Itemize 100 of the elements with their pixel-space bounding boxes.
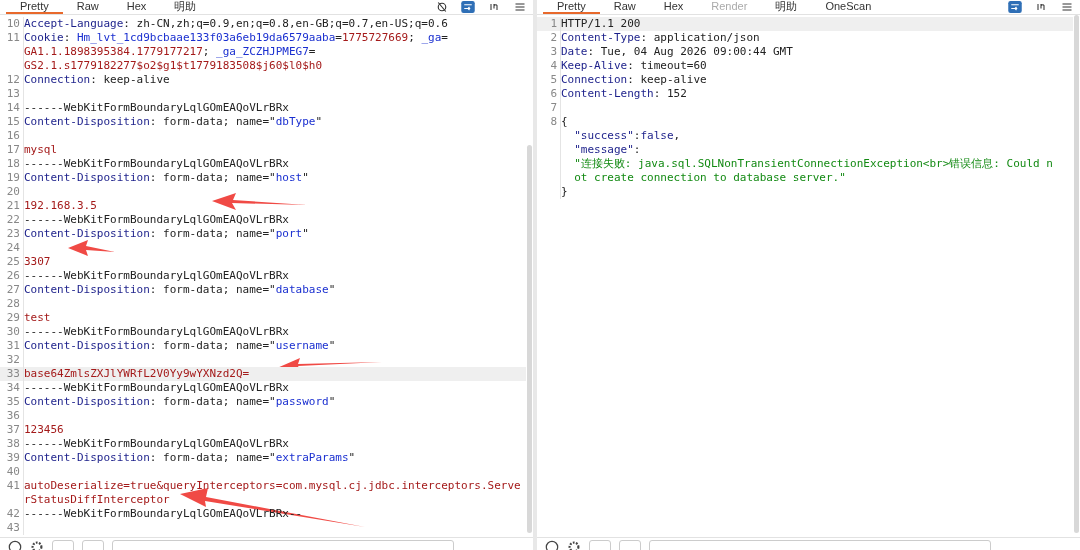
code-line: ------WebKitFormBoundaryLqlGOmEAQoVLrBRx (24, 325, 289, 338)
line-number: 40 (0, 465, 24, 479)
code-line: "连接失败: java.sql.SQLNonTransientConnectionException<br>错误信息: Could n (574, 157, 1053, 170)
editor-tab[interactable]: 明助 (160, 0, 211, 14)
line-number: 33 (0, 367, 24, 381)
code-line: 192.168.3.5 (24, 199, 97, 212)
code-line: ------WebKitFormBoundaryLqlGOmEAQoVLrBRx (24, 269, 289, 282)
code-line: Date: Tue, 04 Aug 2026 09:00:44 GMT (561, 45, 793, 58)
editor-tab[interactable]: Hex (649, 0, 698, 14)
line-number: 14 (0, 101, 24, 115)
code-line: Content-Disposition: form-data; name="username" (24, 339, 336, 352)
code-line: base64ZmlsZXJlYWRfL2V0Yy9wYXNzd2Q= (24, 367, 250, 380)
line-number: 25 (0, 255, 24, 269)
back-button[interactable] (52, 540, 74, 550)
code-line: ------WebKitFormBoundaryLqlGOmEAQoVLrBRx (24, 381, 289, 394)
code-line: test (24, 311, 51, 324)
editor-tab[interactable]: Raw (62, 0, 113, 14)
editor-tab[interactable]: 明助 (761, 0, 812, 14)
code-line: Connection: keep-alive (561, 73, 707, 86)
line-number: 36 (0, 409, 24, 423)
code-line: 3307 (24, 255, 51, 268)
code-line: 123456 (24, 423, 64, 436)
search-field[interactable] (649, 540, 991, 550)
code-line: ------WebKitFormBoundaryLqlGOmEAQoVLrBRx (24, 437, 289, 450)
line-number: 35 (0, 395, 24, 409)
code-line: { (561, 115, 568, 128)
line-number: 31 (0, 339, 24, 353)
eye-slash-icon[interactable] (435, 1, 449, 13)
line-number: 16 (0, 129, 24, 143)
code-line: Connection: keep-alive (24, 73, 170, 86)
line-number: 10 (0, 17, 24, 31)
line-number: 34 (0, 381, 24, 395)
code-line: ------WebKitFormBoundaryLqlGOmEAQoVLrBRx-- (24, 507, 303, 520)
line-number: 3 (537, 45, 561, 59)
line-number: 15 (0, 115, 24, 129)
line-number: 8 (537, 115, 561, 199)
line-number: 1 (537, 17, 561, 31)
code-line: Content-Length: 152 (561, 87, 687, 100)
code-line: GA1.1.1898395384.1779177217; _ga_ZCZHJPMEG7= (24, 45, 316, 58)
settings-icon[interactable] (567, 540, 581, 550)
editor-tab[interactable]: Raw (599, 0, 650, 14)
line-number: 2 (537, 31, 561, 45)
code-line: Content-Disposition: form-data; name="password" (24, 395, 336, 408)
line-number: 19 (0, 171, 24, 185)
line-number: 21 (0, 199, 24, 213)
line-number: 42 (0, 507, 24, 521)
code-line: } (561, 185, 568, 198)
code-line: "message": (574, 143, 641, 156)
code-line: rStatusDiffInterceptor (24, 493, 170, 506)
line-number: 13 (0, 87, 24, 101)
line-number: 26 (0, 269, 24, 283)
editor-tab[interactable]: Pretty (6, 0, 63, 14)
search-field[interactable] (112, 540, 454, 550)
forward-button[interactable] (82, 540, 104, 550)
settings-icon[interactable] (30, 540, 44, 550)
code-line: ot create connection to database server." (574, 171, 846, 184)
line-number: 29 (0, 311, 24, 325)
line-number: 5 (537, 73, 561, 87)
line-number: 43 (0, 521, 24, 535)
code-line: Cookie: Hm_lvt_1cd9bcbaae133f03a6eb19da6579aaba=1775727669; _ga= (24, 31, 448, 44)
line-number: 12 (0, 73, 24, 87)
code-line: Keep-Alive: timeout=60 (561, 59, 707, 72)
scrollbar-thumb[interactable] (527, 145, 532, 533)
line-number: 41 (0, 479, 24, 507)
code-line: ------WebKitFormBoundaryLqlGOmEAQoVLrBRx (24, 157, 289, 170)
line-number: 6 (537, 87, 561, 101)
scrollbar-thumb[interactable] (1074, 15, 1079, 533)
code-line: Content-Disposition: form-data; name="dbType" (24, 115, 323, 128)
arrow-annotation (68, 240, 115, 256)
code-line: autoDeserialize=true&queryInterceptors=com.mysql.cj.jdbc.interceptors.Serve (24, 479, 521, 492)
menu-icon[interactable] (1060, 1, 1074, 13)
line-number: 28 (0, 297, 24, 311)
line-number: 23 (0, 227, 24, 241)
editor-tab[interactable]: Pretty (543, 0, 600, 14)
code-line: Content-Type: application/json (561, 31, 760, 44)
code-line: Content-Disposition: form-data; name="port" (24, 227, 309, 240)
menu-icon[interactable] (513, 1, 527, 13)
help-icon[interactable] (545, 540, 559, 550)
back-button[interactable] (589, 540, 611, 550)
forward-button[interactable] (619, 540, 641, 550)
newline-icon[interactable] (487, 1, 501, 13)
code-line: HTTP/1.1 200 (561, 17, 641, 30)
help-icon[interactable] (8, 540, 22, 550)
code-line: "success":false, (574, 129, 681, 142)
line-number: 38 (0, 437, 24, 451)
newline-icon[interactable] (1034, 1, 1048, 13)
code-line: GS2.1.s1779182277$o2$g1$t1779183508$j60$l0$h0 (24, 59, 322, 72)
code-line: ------WebKitFormBoundaryLqlGOmEAQoVLrBRx (24, 101, 289, 114)
line-number: 17 (0, 143, 24, 157)
editor-tab[interactable]: OneScan (811, 0, 886, 14)
line-number: 11 (0, 31, 24, 73)
line-number: 22 (0, 213, 24, 227)
code-line: Content-Disposition: form-data; name="database" (24, 283, 336, 296)
editor-tab[interactable]: Hex (112, 0, 161, 14)
code-line: Accept-Language: zh-CN,zh;q=0.9,en;q=0.8,en-GB;q=0.7,en-US;q=0.6 (24, 17, 448, 30)
code-line: ------WebKitFormBoundaryLqlGOmEAQoVLrBRx (24, 213, 289, 226)
code-line: Content-Disposition: form-data; name="extraParams" (24, 451, 356, 464)
wrap-icon[interactable] (461, 1, 475, 13)
line-number: 18 (0, 157, 24, 171)
wrap-icon[interactable] (1008, 1, 1022, 13)
